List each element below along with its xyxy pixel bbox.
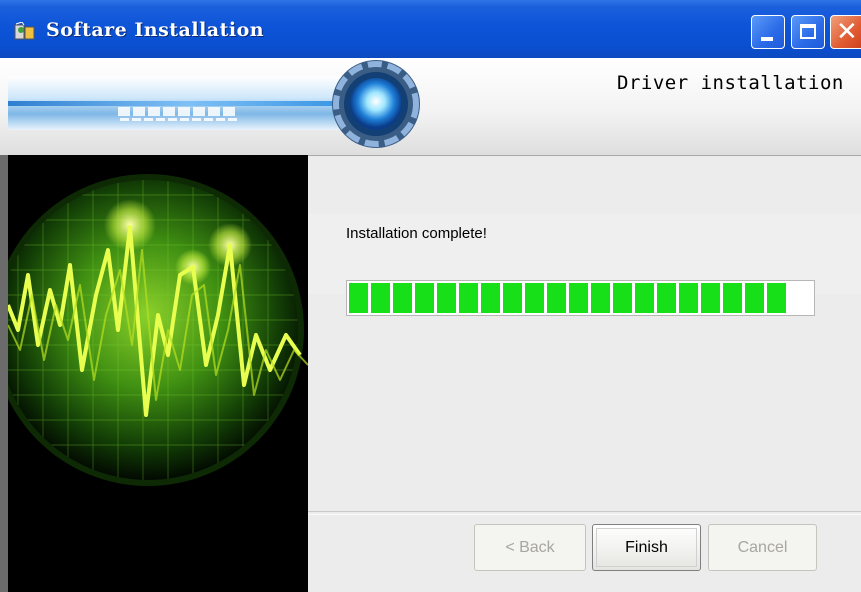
waveform-globe-image bbox=[0, 155, 309, 592]
progress-segment bbox=[591, 283, 610, 313]
button-divider bbox=[308, 511, 861, 515]
installer-app-icon bbox=[14, 22, 35, 40]
window-title: Softare Installation bbox=[46, 19, 265, 41]
minimize-button[interactable] bbox=[751, 15, 785, 49]
back-button[interactable]: < Back bbox=[474, 524, 586, 571]
progress-bar bbox=[346, 280, 815, 316]
header-banner: Driver installation bbox=[0, 58, 861, 156]
progress-segment bbox=[481, 283, 500, 313]
close-icon: ✕ bbox=[836, 17, 858, 47]
status-text: Installation complete! bbox=[346, 225, 487, 242]
banner-dashes-small bbox=[120, 118, 237, 127]
progress-segment bbox=[701, 283, 720, 313]
progress-segment bbox=[415, 283, 434, 313]
progress-segment bbox=[657, 283, 676, 313]
progress-segment bbox=[437, 283, 456, 313]
progress-segment bbox=[349, 283, 368, 313]
progress-segment bbox=[393, 283, 412, 313]
progress-segment bbox=[767, 283, 786, 313]
finish-button[interactable]: Finish bbox=[592, 524, 701, 571]
banner-graphic bbox=[8, 76, 368, 130]
progress-segment bbox=[679, 283, 698, 313]
cancel-button[interactable]: Cancel bbox=[708, 524, 817, 571]
progress-segment bbox=[547, 283, 566, 313]
progress-segment bbox=[745, 283, 764, 313]
progress-fill bbox=[349, 283, 786, 313]
title-bar[interactable]: Softare Installation ✕ bbox=[0, 0, 861, 58]
progress-segment bbox=[503, 283, 522, 313]
progress-segment bbox=[613, 283, 632, 313]
content-panel: Installation complete! < Back Finish Can… bbox=[308, 156, 861, 592]
close-button[interactable]: ✕ bbox=[830, 15, 861, 49]
banner-dashes bbox=[118, 107, 235, 116]
maximize-icon bbox=[800, 24, 816, 39]
progress-segment bbox=[635, 283, 654, 313]
progress-segment bbox=[371, 283, 390, 313]
minimize-icon bbox=[761, 37, 773, 41]
progress-segment bbox=[569, 283, 588, 313]
orb-logo-icon bbox=[332, 60, 420, 148]
progress-segment bbox=[459, 283, 478, 313]
progress-segment bbox=[723, 283, 742, 313]
maximize-button[interactable] bbox=[791, 15, 825, 49]
progress-segment bbox=[525, 283, 544, 313]
installer-window: Softare Installation ✕ Driver installati… bbox=[0, 0, 861, 592]
header-title: Driver installation bbox=[617, 72, 844, 94]
sidebar-artwork bbox=[0, 155, 309, 592]
